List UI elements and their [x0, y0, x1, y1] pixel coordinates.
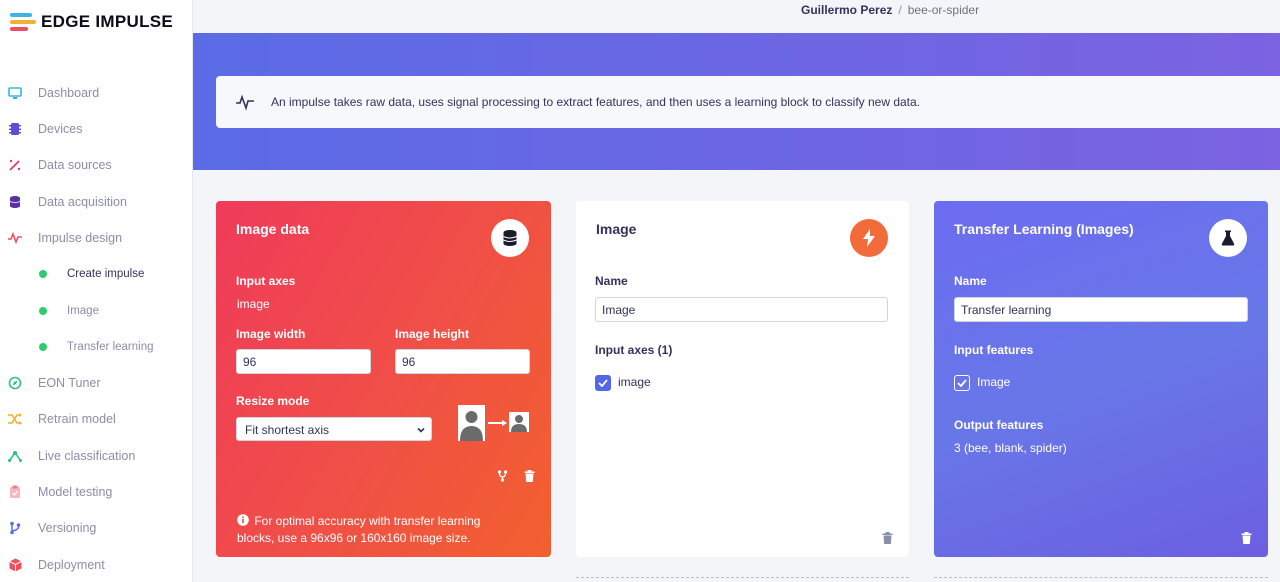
- image-feature-checkbox[interactable]: [954, 375, 970, 391]
- pulse-icon: [236, 93, 254, 111]
- delete-icon[interactable]: [524, 469, 536, 482]
- sidebar-item-impulse-design[interactable]: Impulse design: [0, 227, 192, 249]
- output-features-value: 3 (bee, blank, spider): [954, 441, 1067, 455]
- image-height-label: Image height: [395, 327, 470, 341]
- sidebar-item-label: Devices: [38, 122, 83, 136]
- sidebar-subitem-image[interactable]: Image: [0, 300, 192, 322]
- sidebar-item-data-sources[interactable]: Data sources: [0, 154, 192, 176]
- sidebar-item-retrain-model[interactable]: Retrain model: [0, 408, 192, 430]
- breadcrumb-user[interactable]: Guillermo Perez: [801, 3, 892, 17]
- package-icon: [8, 558, 22, 572]
- compass-icon: [8, 376, 22, 390]
- learning-block-card: Transfer Learning (Images) Name Transfer…: [934, 201, 1268, 557]
- sidebar-item-dashboard[interactable]: Dashboard: [0, 82, 192, 104]
- breadcrumb-project[interactable]: bee-or-spider: [908, 3, 979, 17]
- sidebar-item-label: Dashboard: [38, 86, 100, 100]
- learning-name-input[interactable]: Transfer learning: [954, 297, 1248, 322]
- brand-logo[interactable]: EDGE IMPULSE: [10, 10, 173, 34]
- sidebar-item-versioning[interactable]: Versioning: [0, 517, 192, 539]
- monitor-icon: [8, 86, 22, 100]
- image-height-input[interactable]: 96: [395, 349, 530, 374]
- image-axis-checkbox[interactable]: [595, 375, 611, 391]
- sidebar-item-eon-tuner[interactable]: EON Tuner: [0, 372, 192, 394]
- resize-mode-value: Fit shortest axis: [245, 423, 330, 437]
- branch-icon: [8, 521, 22, 535]
- input-block-card: Image data Input axes image Image width …: [216, 201, 551, 557]
- sidebar-item-label: Image: [67, 305, 99, 317]
- logo-icon: [10, 12, 36, 32]
- sidebar-item-label: Retrain model: [38, 412, 116, 426]
- processing-name-input[interactable]: Image: [595, 297, 888, 322]
- add-block-placeholder[interactable]: [934, 577, 1268, 582]
- sidebar-item-label: Model testing: [38, 485, 113, 499]
- dot-icon: [39, 270, 47, 278]
- input-axes-value: image: [237, 297, 270, 311]
- dot-icon: [39, 343, 47, 351]
- processing-block-card: Image Name Image Input axes (1) image: [576, 201, 909, 557]
- chip-icon: [8, 122, 22, 136]
- breadcrumb-separator: /: [898, 3, 902, 17]
- sidebar-item-label: Versioning: [38, 521, 97, 535]
- impulse-info-text: An impulse takes raw data, uses signal p…: [271, 95, 921, 109]
- sidebar-subitem-transfer-learning[interactable]: Transfer learning: [0, 336, 192, 358]
- image-width-label: Image width: [236, 327, 306, 341]
- learning-name-label: Name: [954, 274, 987, 288]
- impulse-info-box: An impulse takes raw data, uses signal p…: [216, 76, 1280, 128]
- brand-name: EDGE IMPULSE: [41, 12, 174, 31]
- clipboard-icon: [8, 485, 22, 499]
- processing-name-label: Name: [595, 274, 628, 288]
- sidebar-item-model-testing[interactable]: Model testing: [0, 481, 192, 503]
- transfer-learning-note: For optimal accuracy with transfer learn…: [237, 513, 507, 547]
- sidebar-item-live-classification[interactable]: Live classification: [0, 445, 192, 467]
- sidebar-item-devices[interactable]: Devices: [0, 118, 192, 140]
- sidebar-item-label: Data sources: [38, 158, 112, 172]
- sidebar: EDGE IMPULSE Dashboard Devices Data sour…: [0, 0, 193, 582]
- check-icon: [957, 379, 967, 387]
- processing-input-axes-label: Input axes (1): [595, 343, 673, 357]
- lightning-icon: [850, 219, 888, 257]
- sidebar-item-label: Deployment: [38, 558, 105, 572]
- add-block-placeholder[interactable]: [576, 577, 909, 582]
- breadcrumb: Guillermo Perez / bee-or-spider: [801, 3, 979, 17]
- sidebar-item-label: Data acquisition: [38, 195, 127, 209]
- check-icon: [598, 379, 608, 387]
- output-features-label: Output features: [954, 418, 1044, 432]
- database-icon: [491, 219, 529, 257]
- network-icon: [8, 449, 22, 463]
- input-axes-label: Input axes: [236, 274, 296, 288]
- sidebar-item-deployment[interactable]: Deployment: [0, 554, 192, 576]
- input-block-title: Image data: [236, 221, 310, 237]
- flask-icon: [1209, 219, 1247, 257]
- pulse-icon: [8, 231, 22, 245]
- image-axis-label: image: [618, 375, 651, 389]
- magic-wand-icon: [8, 158, 22, 172]
- sidebar-item-data-acquisition[interactable]: Data acquisition: [0, 191, 192, 213]
- input-features-label: Input features: [954, 343, 1034, 357]
- learning-block-title: Transfer Learning (Images): [954, 221, 1134, 237]
- database-icon: [8, 195, 22, 209]
- resize-mode-label: Resize mode: [236, 394, 310, 408]
- sidebar-item-label: Live classification: [38, 449, 136, 463]
- sidebar-item-label: Impulse design: [38, 231, 123, 245]
- image-feature-label: Image: [977, 375, 1011, 389]
- dot-icon: [39, 307, 47, 315]
- shuffle-icon: [8, 412, 22, 426]
- sidebar-item-label: EON Tuner: [38, 376, 101, 390]
- info-icon: [237, 514, 249, 526]
- delete-icon[interactable]: [882, 531, 894, 544]
- sidebar-subitem-create-impulse[interactable]: Create impulse: [0, 263, 192, 285]
- delete-icon[interactable]: [1241, 531, 1253, 544]
- resize-mode-select[interactable]: Fit shortest axis: [236, 417, 432, 441]
- processing-block-title: Image: [596, 221, 637, 237]
- chevron-down-icon: [416, 424, 426, 438]
- fork-icon[interactable]: [497, 469, 508, 487]
- image-width-input[interactable]: 96: [236, 349, 371, 374]
- resize-mode-illustration-icon: [457, 404, 531, 442]
- sidebar-item-label: Transfer learning: [67, 341, 154, 353]
- sidebar-item-label: Create impulse: [67, 268, 145, 280]
- transfer-learning-note-text: For optimal accuracy with transfer learn…: [237, 514, 481, 545]
